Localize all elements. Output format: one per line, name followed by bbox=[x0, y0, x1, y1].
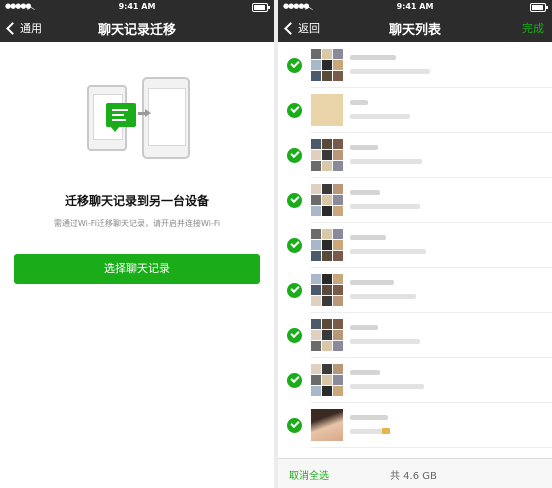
chat-name-redacted bbox=[350, 100, 368, 105]
battery-icon bbox=[530, 3, 548, 12]
status-bar: ●●●●● ︿ 9:41 AM bbox=[278, 0, 552, 14]
chat-preview-redacted bbox=[350, 249, 426, 254]
status-time: 9:41 AM bbox=[396, 2, 434, 11]
chat-preview-redacted bbox=[350, 204, 420, 209]
chat-preview-redacted bbox=[350, 384, 424, 389]
new-phone-icon bbox=[142, 77, 190, 159]
check-circle-icon[interactable] bbox=[287, 283, 302, 298]
chat-name-redacted bbox=[350, 190, 380, 195]
check-circle-icon[interactable] bbox=[287, 328, 302, 343]
chat-preview-redacted bbox=[350, 159, 422, 164]
avatar bbox=[311, 184, 343, 216]
status-time: 9:41 AM bbox=[118, 2, 156, 11]
nav-bar: 通用 聊天记录迁移 bbox=[0, 14, 274, 42]
avatar bbox=[311, 364, 343, 396]
selection-footer: 取消全选 共 4.6 GB bbox=[278, 458, 552, 488]
chat-row[interactable] bbox=[278, 358, 552, 403]
status-bar: ●●●●● ︿ 9:41 AM bbox=[0, 0, 274, 14]
check-circle-icon[interactable] bbox=[287, 58, 302, 73]
total-size: 共 4.6 GB bbox=[390, 471, 437, 482]
chat-row[interactable] bbox=[278, 43, 552, 88]
chat-name-redacted bbox=[350, 235, 386, 240]
chat-preview-redacted bbox=[350, 294, 416, 299]
migration-illustration bbox=[87, 75, 190, 160]
chat-row[interactable] bbox=[278, 403, 552, 448]
check-circle-icon[interactable] bbox=[287, 103, 302, 118]
avatar bbox=[311, 49, 343, 81]
chat-row[interactable] bbox=[278, 88, 552, 133]
chat-name-redacted bbox=[350, 55, 396, 60]
chat-row[interactable] bbox=[278, 178, 552, 223]
row-divider bbox=[311, 447, 552, 448]
nav-bar: 返回 聊天列表 完成 bbox=[278, 14, 552, 42]
check-circle-icon[interactable] bbox=[287, 238, 302, 253]
check-circle-icon[interactable] bbox=[287, 373, 302, 388]
avatar bbox=[311, 274, 343, 306]
chat-preview-redacted bbox=[350, 114, 410, 119]
deselect-all-button[interactable]: 取消全选 bbox=[289, 467, 329, 482]
check-circle-icon[interactable] bbox=[287, 418, 302, 433]
chat-name-redacted bbox=[350, 415, 388, 420]
battery-icon bbox=[252, 3, 270, 12]
page-title: 聊天记录迁移 bbox=[97, 23, 176, 38]
chat-row[interactable] bbox=[278, 223, 552, 268]
chat-name-redacted bbox=[350, 370, 380, 375]
avatar bbox=[311, 409, 343, 441]
avatar bbox=[311, 139, 343, 171]
migration-description: 需通过Wi-Fi迁移聊天记录，请开启并连接Wi-Fi bbox=[53, 219, 221, 228]
check-circle-icon[interactable] bbox=[287, 148, 302, 163]
migration-heading: 迁移聊天记录到另一台设备 bbox=[64, 194, 209, 208]
check-circle-icon[interactable] bbox=[287, 193, 302, 208]
migration-screen: ●●●●● ︿ 9:41 AM 通用 聊天记录迁移 迁移聊天记录到另一台设备 需… bbox=[0, 0, 274, 488]
chat-row[interactable] bbox=[278, 133, 552, 178]
chat-name-redacted bbox=[350, 280, 394, 285]
chat-name-redacted bbox=[350, 325, 378, 330]
chat-preview-redacted bbox=[350, 69, 430, 74]
chat-row[interactable] bbox=[278, 313, 552, 358]
chat-list-screen: ●●●●● ︿ 9:41 AM 返回 聊天列表 完成 取消全选 共 4.6 GB bbox=[278, 0, 552, 488]
arrow-right-icon bbox=[138, 109, 151, 117]
chat-bubble-icon bbox=[106, 103, 136, 132]
chat-name-redacted bbox=[350, 145, 378, 150]
gift-icon bbox=[382, 428, 390, 434]
page-title: 聊天列表 bbox=[388, 23, 441, 38]
avatar bbox=[311, 229, 343, 261]
avatar bbox=[311, 319, 343, 351]
chat-row[interactable] bbox=[278, 268, 552, 313]
done-button[interactable]: 完成 bbox=[522, 20, 544, 36]
select-chats-button[interactable]: 选择聊天记录 bbox=[14, 254, 260, 284]
avatar bbox=[311, 94, 343, 126]
chat-preview-redacted bbox=[350, 339, 420, 344]
